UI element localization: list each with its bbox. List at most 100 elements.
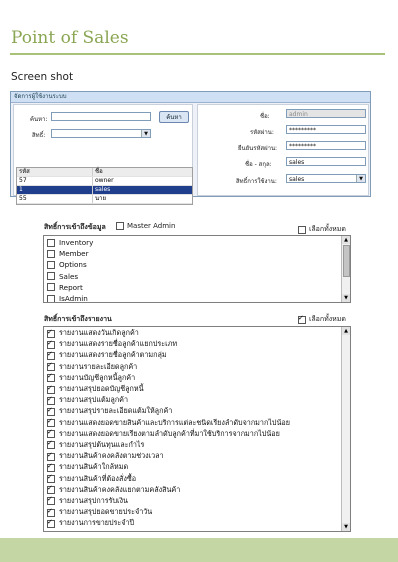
table-row[interactable]: 55 นาย xyxy=(17,195,192,204)
report-access-title: สิทธิ์การเข้าถึงรายงาน xyxy=(44,315,112,323)
checkbox-checked-icon[interactable] xyxy=(47,451,55,461)
cell-name: sales xyxy=(95,186,111,193)
list-item-label: รายงานแสดงยอดขายสินค้าและบริการแต่ละชนิด… xyxy=(59,417,290,427)
list-item[interactable]: รายงานสินค้าคงคลังตามช่วงเวลา xyxy=(44,451,350,462)
data-select-all-checkbox[interactable]: เลือกทั้งหมด xyxy=(298,224,346,235)
list-item[interactable]: Member xyxy=(44,248,350,259)
search-perm-select[interactable]: ▼ xyxy=(51,129,151,138)
list-item[interactable]: รายงานแสดงรายชื่อลูกค้าแยกประเภท xyxy=(44,339,350,350)
cell-id: 57 xyxy=(17,177,93,185)
table-row[interactable]: 57 owner xyxy=(17,177,192,186)
list-item[interactable]: รายงานสินค้าคงคลังแยกตามคลังสินค้า xyxy=(44,484,350,496)
checkbox-icon[interactable] xyxy=(47,272,55,281)
list-item[interactable]: รายงานสรุปต้นทุนและกำไร xyxy=(44,439,350,451)
list-item-label: รายงานสินค้าคงคลังตามช่วงเวลา xyxy=(59,451,164,461)
password-field[interactable]: ********* xyxy=(286,125,366,134)
list-item[interactable]: รายงานสินค้าที่ต้องสั่งซื้อ xyxy=(44,473,350,484)
checkbox-checked-icon[interactable] xyxy=(47,395,55,405)
list-item[interactable]: รายงานแสดงยอดขายเรียงตามลำดับลูกค้าที่มา… xyxy=(44,428,350,440)
checkbox-checked-icon[interactable] xyxy=(47,439,55,450)
cell-id: 55 xyxy=(17,195,93,203)
list-item[interactable]: รายงานสินค้าใกล้หมด xyxy=(44,462,350,473)
cell-name: นาย xyxy=(95,195,106,202)
list-item[interactable]: รายงานบัญชีลูกหนี้ลูกค้า xyxy=(44,372,350,384)
user-management-window: จัดการผู้ใช้งานระบบ ค้นหา: ค้นหา สิทธิ์:… xyxy=(10,91,371,205)
list-item[interactable]: รายงานการขายประจำปี xyxy=(44,518,350,529)
list-item-label: รายงานการขายประจำปี xyxy=(59,518,135,528)
confirm-password-label: ยืนยันรหัสผ่าน: xyxy=(238,145,278,152)
checkbox-icon[interactable] xyxy=(47,283,55,292)
checkbox-checked-icon[interactable] xyxy=(47,507,55,517)
confirm-password-field[interactable]: ********* xyxy=(286,141,366,150)
checkbox-checked-icon[interactable] xyxy=(47,428,55,439)
scroll-up-icon[interactable]: ▲ xyxy=(342,327,350,335)
checkbox-icon[interactable] xyxy=(47,238,55,247)
checkbox-checked-icon[interactable] xyxy=(47,372,55,383)
list-item[interactable]: รายงานแสดงยอดขายสินค้าและบริการแต่ละชนิด… xyxy=(44,417,350,429)
master-admin-checkbox[interactable]: Master Admin xyxy=(116,222,175,230)
checkbox-checked-icon[interactable] xyxy=(47,417,55,428)
role-select[interactable]: sales ▼ xyxy=(286,174,366,183)
cell-name: owner xyxy=(95,177,114,184)
checkbox-checked-icon[interactable] xyxy=(47,361,55,372)
list-item[interactable]: Inventory xyxy=(44,237,350,248)
checkbox-checked-icon[interactable] xyxy=(47,495,55,506)
title-divider xyxy=(10,53,385,55)
checkbox-checked-icon[interactable] xyxy=(47,484,55,495)
report-access-list: รายงานแสดงวันเกิดลูกค้ารายงานแสดงรายชื่อ… xyxy=(43,326,351,532)
checkbox-checked-icon[interactable] xyxy=(47,339,55,349)
checkbox-checked-icon[interactable] xyxy=(47,473,55,484)
list-item-label: รายงานรายละเอียดลูกค้า xyxy=(59,361,138,371)
search-name-input[interactable] xyxy=(51,112,151,121)
list-item[interactable]: รายงานสรุปยอดขายประจำวัน xyxy=(44,507,350,518)
list-item-label: รายงานแสดงรายชื่อลูกค้าแยกประเภท xyxy=(59,339,178,349)
chevron-down-icon[interactable]: ▼ xyxy=(356,175,365,182)
list-item[interactable]: รายงานสรุปการรับเงิน xyxy=(44,495,350,507)
section-heading: Screen shot xyxy=(11,71,74,83)
checkbox-icon[interactable] xyxy=(116,222,124,230)
list-item[interactable]: Options xyxy=(44,259,350,270)
scrollbar[interactable]: ▲ ▼ xyxy=(341,236,350,302)
report-select-all-checkbox[interactable]: เลือกทั้งหมด xyxy=(298,314,346,325)
search-button[interactable]: ค้นหา xyxy=(159,111,189,123)
fullname-field[interactable]: sales xyxy=(286,157,366,166)
list-item[interactable]: รายงานรายละเอียดลูกค้า xyxy=(44,361,350,373)
column-header-id: รหัส xyxy=(17,168,93,176)
list-item[interactable]: รายงานสรุปรายละเอียดแต้มให้ลูกค้า xyxy=(44,406,350,417)
list-item[interactable]: รายงานสรุปแต้มลูกค้า xyxy=(44,395,350,406)
list-item[interactable]: รายงานสรุปยอดบัญชีลูกหนี้ xyxy=(44,384,350,395)
scroll-down-icon[interactable]: ▼ xyxy=(342,523,350,531)
checkbox-checked-icon[interactable] xyxy=(47,518,55,528)
list-item-label: รายงานแสดงรายชื่อลูกค้าตามกลุ่ม xyxy=(59,350,167,360)
list-item[interactable]: รายงานแสดงวันเกิดลูกค้า xyxy=(44,328,350,339)
checkbox-icon[interactable] xyxy=(47,260,55,269)
checkbox-checked-icon[interactable] xyxy=(47,462,55,472)
checkbox-icon[interactable] xyxy=(47,294,55,302)
username-field[interactable]: admin xyxy=(286,109,366,118)
checkbox-icon[interactable] xyxy=(298,225,306,234)
list-item[interactable]: Report xyxy=(44,282,350,293)
checkbox-checked-icon[interactable] xyxy=(47,384,55,394)
scroll-up-icon[interactable]: ▲ xyxy=(342,236,350,244)
scrollbar[interactable]: ▲ ▼ xyxy=(341,327,350,531)
scroll-thumb[interactable] xyxy=(343,245,350,277)
list-item-label: รายงานสินค้าคงคลังแยกตามคลังสินค้า xyxy=(59,484,181,494)
list-item-label: รายงานสรุปยอดขายประจำวัน xyxy=(59,507,153,517)
data-access-list: Inventory Member Options Sales Report Is… xyxy=(43,235,351,303)
list-item[interactable]: Sales xyxy=(44,271,350,282)
data-access-title: สิทธิ์การเข้าถึงข้อมูล xyxy=(44,223,106,231)
table-header: รหัส ชื่อ xyxy=(17,168,192,177)
checkbox-checked-icon[interactable] xyxy=(47,406,55,416)
list-item[interactable]: รายงานแสดงรายชื่อลูกค้าตามกลุ่ม xyxy=(44,350,350,361)
checkbox-icon[interactable] xyxy=(47,249,55,258)
scroll-down-icon[interactable]: ▼ xyxy=(342,294,350,302)
fullname-label: ชื่อ - สกุล: xyxy=(245,161,272,168)
chevron-down-icon[interactable]: ▼ xyxy=(141,130,150,137)
checkbox-checked-icon[interactable] xyxy=(47,328,55,338)
list-item-label: รายงานสรุปยอดบัญชีลูกหนี้ xyxy=(59,384,144,394)
table-row[interactable]: 1 sales xyxy=(17,186,192,195)
list-item-label: รายงานสรุปแต้มลูกค้า xyxy=(59,395,129,405)
checkbox-checked-icon[interactable] xyxy=(47,350,55,360)
list-item[interactable]: IsAdmin xyxy=(44,293,350,302)
checkbox-icon[interactable] xyxy=(298,314,306,324)
